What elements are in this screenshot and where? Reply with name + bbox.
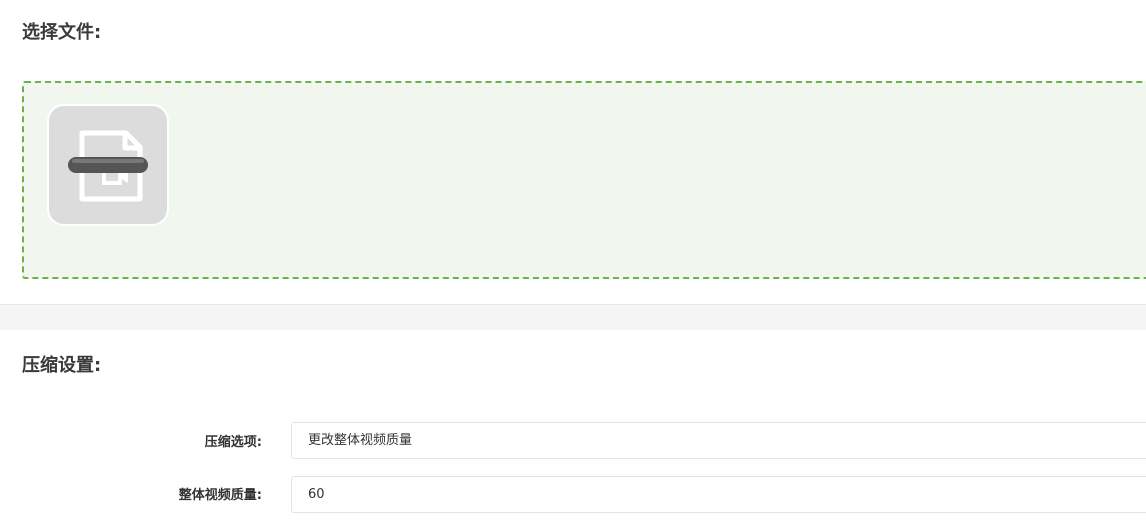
video-quality-input[interactable]: 60 [291,476,1146,513]
video-quality-label: 整体视频质量: [178,488,262,503]
compression-settings-title: 压缩设置: [22,355,102,376]
file-dropzone[interactable] [22,81,1146,279]
section-divider [0,304,1146,330]
uploaded-file-thumbnail[interactable] [47,104,169,226]
select-file-title: 选择文件: [22,22,102,43]
compression-option-label: 压缩选项: [204,435,262,450]
compression-option-select[interactable]: 更改整体视频质量 [291,422,1146,459]
video-file-icon [68,130,148,202]
